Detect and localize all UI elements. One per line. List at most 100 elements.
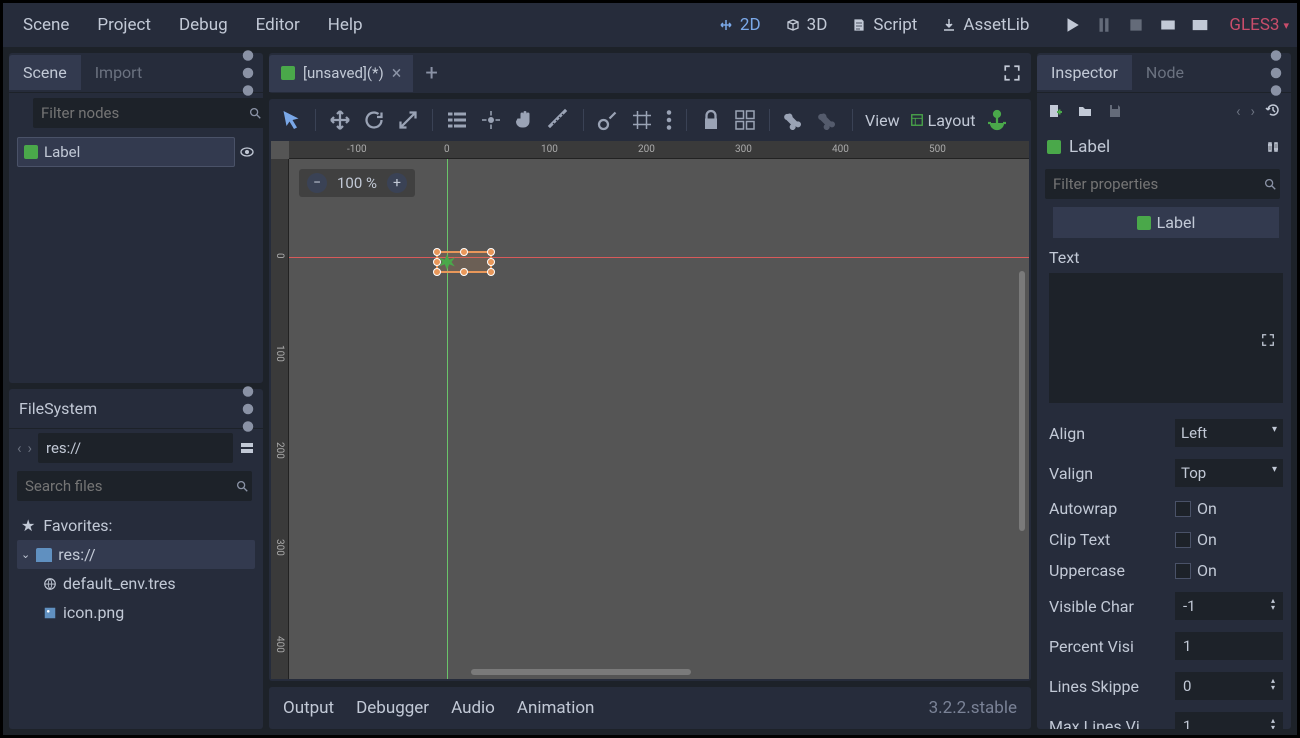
history-back-button[interactable]: ‹ bbox=[1236, 102, 1241, 120]
tab-inspector[interactable]: Inspector bbox=[1037, 55, 1132, 90]
stop-button[interactable] bbox=[1127, 16, 1145, 34]
horizontal-scrollbar[interactable] bbox=[471, 669, 691, 675]
mode-assetlib-button[interactable]: AssetLib bbox=[931, 9, 1039, 41]
scene-root-node[interactable]: Label bbox=[17, 137, 235, 167]
bone-options[interactable] bbox=[816, 108, 840, 132]
mode-3d-button[interactable]: 3D bbox=[775, 9, 838, 41]
ruler-tool[interactable] bbox=[547, 108, 571, 132]
mode-script-button[interactable]: Script bbox=[841, 9, 927, 41]
scene-tab[interactable]: [unsaved](*) × bbox=[269, 55, 413, 92]
fs-back-button[interactable]: ‹ bbox=[17, 439, 22, 457]
visibility-icon[interactable] bbox=[239, 144, 255, 160]
bone-button[interactable] bbox=[782, 108, 806, 132]
version-label: 3.2.2.stable bbox=[929, 698, 1017, 718]
fs-file-item[interactable]: default_env.tres bbox=[17, 569, 255, 598]
prop-valign-select[interactable]: Top▾ bbox=[1175, 459, 1283, 487]
fs-file-item[interactable]: icon.png bbox=[17, 598, 255, 627]
y-axis bbox=[447, 159, 448, 679]
history-button[interactable] bbox=[1265, 102, 1281, 118]
renderer-selector[interactable]: GLES3 ▾ bbox=[1229, 15, 1289, 35]
bottom-panel-tabs: Output Debugger Audio Animation 3.2.2.st… bbox=[269, 687, 1031, 729]
menu-editor[interactable]: Editor bbox=[244, 9, 312, 41]
zoom-in-button[interactable]: + bbox=[387, 173, 407, 193]
play-custom-button[interactable] bbox=[1191, 16, 1209, 34]
anchor-button[interactable] bbox=[985, 108, 1009, 132]
tab-import[interactable]: Import bbox=[81, 55, 157, 90]
prop-uppercase-checkbox[interactable]: On bbox=[1175, 561, 1283, 580]
pause-button[interactable] bbox=[1095, 16, 1113, 34]
prop-autowrap-label: Autowrap bbox=[1049, 499, 1169, 518]
ruler-vertical: 0 100 200 300 400 bbox=[271, 159, 289, 679]
tab-node[interactable]: Node bbox=[1132, 55, 1198, 90]
scale-tool[interactable] bbox=[396, 108, 420, 132]
chevron-down-icon: ⌄ bbox=[21, 548, 30, 561]
play-scene-button[interactable] bbox=[1159, 16, 1177, 34]
menu-project[interactable]: Project bbox=[85, 9, 163, 41]
group-button[interactable] bbox=[733, 108, 757, 132]
mode-2d-button[interactable]: 2D bbox=[708, 9, 771, 41]
pan-tool[interactable] bbox=[513, 108, 537, 132]
audio-tab[interactable]: Audio bbox=[451, 698, 495, 718]
history-forward-button[interactable]: › bbox=[1250, 102, 1255, 120]
download-icon bbox=[941, 17, 957, 33]
layout-icon bbox=[910, 113, 924, 127]
fs-forward-button[interactable]: › bbox=[28, 439, 33, 457]
label-node-icon bbox=[1047, 140, 1061, 154]
close-tab-button[interactable]: × bbox=[392, 63, 402, 84]
select-tool[interactable] bbox=[279, 108, 303, 132]
new-resource-button[interactable] bbox=[1047, 103, 1063, 119]
prop-autowrap-checkbox[interactable]: On bbox=[1175, 499, 1283, 518]
fs-root-folder[interactable]: ⌄ res:// bbox=[17, 540, 255, 569]
expand-icon[interactable] bbox=[1261, 333, 1275, 347]
scene-tabs: [unsaved](*) × + bbox=[269, 53, 1031, 93]
tab-title: [unsaved](*) bbox=[303, 64, 384, 82]
inspector-category[interactable]: Label bbox=[1053, 207, 1279, 238]
play-button[interactable] bbox=[1063, 16, 1081, 34]
prop-cliptext-checkbox[interactable]: On bbox=[1175, 530, 1283, 549]
fs-path-input[interactable]: res:// bbox=[38, 433, 233, 463]
object-properties-icon[interactable] bbox=[1265, 139, 1281, 155]
debugger-tab[interactable]: Debugger bbox=[356, 698, 429, 718]
list-select-tool[interactable] bbox=[445, 108, 469, 132]
fs-favorites[interactable]: ★ Favorites: bbox=[17, 511, 255, 540]
vertical-scrollbar[interactable] bbox=[1019, 271, 1025, 531]
viewport-2d[interactable]: -100 0 100 200 300 400 500 0 100 200 300… bbox=[271, 141, 1029, 679]
animation-tab[interactable]: Animation bbox=[517, 698, 595, 718]
inspector-node-name[interactable]: Label bbox=[1069, 137, 1110, 157]
selected-node-gizmo[interactable] bbox=[436, 251, 492, 273]
canvas-toolbar: View Layout bbox=[269, 99, 1031, 141]
lock-button[interactable] bbox=[699, 108, 723, 132]
zoom-out-button[interactable]: − bbox=[307, 173, 327, 193]
filter-properties-input[interactable] bbox=[1045, 169, 1280, 199]
prop-percentvisible-input[interactable]: 1 bbox=[1175, 632, 1283, 660]
node-label: Label bbox=[44, 143, 80, 161]
load-resource-button[interactable] bbox=[1077, 103, 1093, 119]
pivot-tool[interactable] bbox=[479, 108, 503, 132]
prop-visiblechar-input[interactable]: -1▴▾ bbox=[1175, 592, 1283, 620]
menubar: Scene Project Debug Editor Help 2D 3D Sc… bbox=[3, 3, 1297, 47]
prop-text-input[interactable] bbox=[1049, 273, 1283, 403]
distraction-free-button[interactable] bbox=[1003, 64, 1021, 82]
prop-align-select[interactable]: Left▾ bbox=[1175, 419, 1283, 447]
zoom-level[interactable]: 100 % bbox=[337, 174, 377, 192]
filter-nodes-input[interactable] bbox=[33, 98, 268, 128]
move-tool[interactable] bbox=[328, 108, 352, 132]
add-tab-button[interactable]: + bbox=[413, 61, 449, 86]
save-resource-button[interactable] bbox=[1107, 103, 1123, 119]
menu-debug[interactable]: Debug bbox=[167, 9, 240, 41]
fs-search-input[interactable] bbox=[17, 471, 252, 501]
prop-linesskipped-input[interactable]: 0▴▾ bbox=[1175, 672, 1283, 700]
ruler-horizontal: -100 0 100 200 300 400 500 bbox=[289, 141, 1029, 159]
view-menu[interactable]: View bbox=[865, 111, 900, 130]
grid-snap-toggle[interactable] bbox=[630, 108, 654, 132]
rotate-tool[interactable] bbox=[362, 108, 386, 132]
fs-split-button[interactable] bbox=[239, 440, 255, 456]
snap-options[interactable] bbox=[664, 108, 674, 132]
menu-help[interactable]: Help bbox=[316, 9, 375, 41]
layout-menu[interactable]: Layout bbox=[910, 111, 976, 130]
snap-toggle[interactable] bbox=[596, 108, 620, 132]
menu-scene[interactable]: Scene bbox=[11, 9, 81, 41]
prop-maxlines-input[interactable]: 1▴▾ bbox=[1175, 712, 1283, 729]
tab-scene[interactable]: Scene bbox=[9, 55, 81, 90]
output-tab[interactable]: Output bbox=[283, 698, 334, 718]
